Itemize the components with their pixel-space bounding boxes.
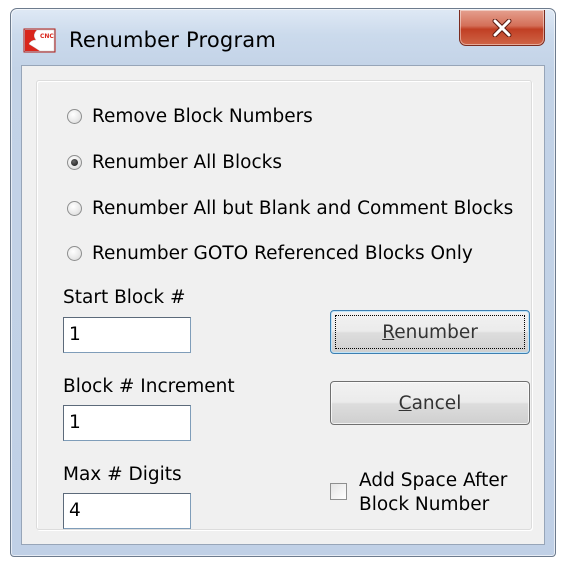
radio-remove-block-numbers[interactable]: Remove Block Numbers — [67, 106, 313, 127]
add-space-label-line1: Add Space After — [359, 470, 508, 491]
radio-renumber-all-but-blank[interactable]: Renumber All but Blank and Comment Block… — [67, 198, 513, 219]
cnc-app-icon: CNC — [23, 28, 56, 53]
title-bar[interactable]: CNC Renumber Program — [11, 9, 555, 69]
close-button[interactable] — [459, 10, 545, 46]
add-space-label: Add Space After Block Number — [359, 469, 507, 517]
block-increment-input[interactable]: 1 — [63, 405, 191, 441]
max-digits-input[interactable]: 4 — [63, 493, 191, 529]
radio-label: Renumber All but Blank and Comment Block… — [92, 198, 514, 219]
start-block-input[interactable]: 1 — [63, 317, 191, 353]
radio-renumber-all-blocks[interactable]: Renumber All Blocks — [67, 152, 282, 173]
radio-button[interactable] — [67, 201, 82, 216]
cancel-button[interactable]: Cancel — [330, 381, 530, 425]
add-space-checkbox-row[interactable]: Add Space After Block Number — [330, 469, 507, 517]
cancel-button-label: Cancel — [399, 393, 462, 414]
mnemonic: C — [398, 392, 412, 414]
radio-button[interactable] — [67, 246, 82, 261]
add-space-label-line2: Block Number — [359, 494, 490, 515]
close-icon — [492, 18, 512, 37]
max-digits-label: Max # Digits — [63, 464, 182, 485]
radio-label: Renumber All Blocks — [92, 152, 282, 173]
renumber-button[interactable]: Renumber — [330, 310, 530, 354]
options-group: Remove Block Numbers Renumber All Blocks… — [36, 80, 532, 530]
radio-button[interactable] — [67, 155, 82, 170]
renumber-program-dialog: CNC Renumber Program Remove Block Number… — [10, 8, 556, 557]
dialog-content: Remove Block Numbers Renumber All Blocks… — [21, 65, 545, 545]
add-space-checkbox[interactable] — [330, 483, 347, 500]
block-increment-label: Block # Increment — [63, 376, 235, 397]
radio-label: Remove Block Numbers — [92, 106, 313, 127]
radio-label: Renumber GOTO Referenced Blocks Only — [92, 243, 473, 264]
radio-renumber-goto-referenced[interactable]: Renumber GOTO Referenced Blocks Only — [67, 243, 473, 264]
radio-selected-dot — [71, 159, 78, 166]
radio-button[interactable] — [67, 109, 82, 124]
start-block-label: Start Block # — [63, 287, 186, 308]
focus-rectangle — [335, 315, 525, 349]
window-title: Renumber Program — [69, 28, 277, 52]
label-rest: ancel — [411, 392, 462, 414]
svg-text:CNC: CNC — [40, 33, 54, 40]
